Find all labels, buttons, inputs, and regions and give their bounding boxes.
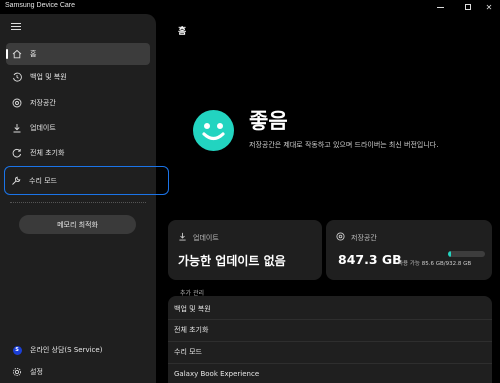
list-item-backup[interactable]: 백업 및 복원 xyxy=(168,298,492,319)
more-management-list: 백업 및 복원 전체 초기화 수리 모드 Galaxy Book Experie… xyxy=(168,296,492,383)
status-title: 좋음 xyxy=(249,109,288,133)
sidebar-item-label: 홈 xyxy=(30,50,37,58)
minimize-button[interactable] xyxy=(426,0,454,14)
maximize-icon xyxy=(465,4,471,10)
storage-avail-label: 사용 가능 xyxy=(398,261,420,267)
sidebar-item-label: 온라인 상담(S Service) xyxy=(30,346,103,354)
sidebar-item-label: 저장공간 xyxy=(30,99,56,107)
gear-icon xyxy=(12,367,22,377)
sidebar-item-settings[interactable]: 설정 xyxy=(6,362,150,382)
storage-card-label: 저장공간 xyxy=(351,233,377,242)
sidebar-item-label: 설정 xyxy=(30,368,43,376)
storage-meta: 사용 가능 85.6 GB/932.8 GB xyxy=(398,259,471,267)
history-icon xyxy=(12,72,22,82)
close-button[interactable]: ✕ xyxy=(478,0,500,14)
sidebar-item-label: 수리 모드 xyxy=(29,176,57,185)
list-item-galaxy-book-experience[interactable]: Galaxy Book Experience xyxy=(168,363,492,383)
update-status: 가능한 업데이트 없음 xyxy=(178,254,286,268)
list-item-repair-mode[interactable]: 수리 모드 xyxy=(168,341,492,362)
sidebar-item-reset[interactable]: 전체 초기화 xyxy=(6,142,150,164)
storage-total: /932.8 GB xyxy=(443,261,472,267)
memory-optimize-button[interactable]: 메모리 최적화 xyxy=(19,215,136,234)
storage-usage-fill xyxy=(448,251,452,257)
storage-icon xyxy=(336,232,345,243)
list-item-reset[interactable]: 전체 초기화 xyxy=(168,319,492,340)
storage-used: 85.6 GB xyxy=(421,261,444,267)
wrench-icon xyxy=(11,176,21,186)
storage-usage-bar xyxy=(448,251,485,257)
home-icon xyxy=(12,49,22,59)
update-card-label: 업데이트 xyxy=(193,233,219,242)
download-icon xyxy=(12,123,22,133)
smiley-icon xyxy=(193,110,234,151)
window-title: Samsung Device Care xyxy=(5,2,76,9)
sidebar-item-storage[interactable]: 저장공간 xyxy=(6,92,150,114)
sidebar-item-s-service[interactable]: S 온라인 상담(S Service) xyxy=(6,340,150,360)
sidebar-item-repair-mode[interactable]: 수리 모드 xyxy=(4,166,169,195)
sidebar-item-home[interactable]: 홈 xyxy=(6,43,150,65)
sidebar-item-label: 백업 및 복원 xyxy=(30,73,67,81)
sidebar-divider xyxy=(10,202,146,203)
sidebar-item-label: 업데이트 xyxy=(30,124,56,132)
page-title: 홈 xyxy=(178,27,187,37)
storage-icon xyxy=(12,98,22,108)
storage-available: 847.3 GB xyxy=(338,252,402,267)
update-card[interactable]: 업데이트 가능한 업데이트 없음 xyxy=(168,220,322,280)
reset-icon xyxy=(12,148,22,158)
title-bar: Samsung Device Care ✕ xyxy=(0,0,500,14)
download-icon xyxy=(178,232,187,243)
menu-icon[interactable] xyxy=(11,23,21,30)
close-icon: ✕ xyxy=(485,2,493,12)
status-description: 저장공간은 제대로 작동하고 있으며 드라이버는 최신 버전입니다. xyxy=(249,141,439,149)
sidebar-item-label: 전체 초기화 xyxy=(30,149,65,157)
sidebar-item-backup[interactable]: 백업 및 복원 xyxy=(6,66,150,88)
sidebar: 홈 백업 및 복원 저장공간 업데이트 전체 초기화 수리 모드 메모리 최적화… xyxy=(0,14,169,383)
sidebar-item-update[interactable]: 업데이트 xyxy=(6,117,150,139)
s-service-icon: S xyxy=(12,345,22,355)
minimize-icon xyxy=(436,6,444,8)
storage-card[interactable]: 저장공간 847.3 GB 사용 가능 85.6 GB/932.8 GB xyxy=(326,220,492,280)
